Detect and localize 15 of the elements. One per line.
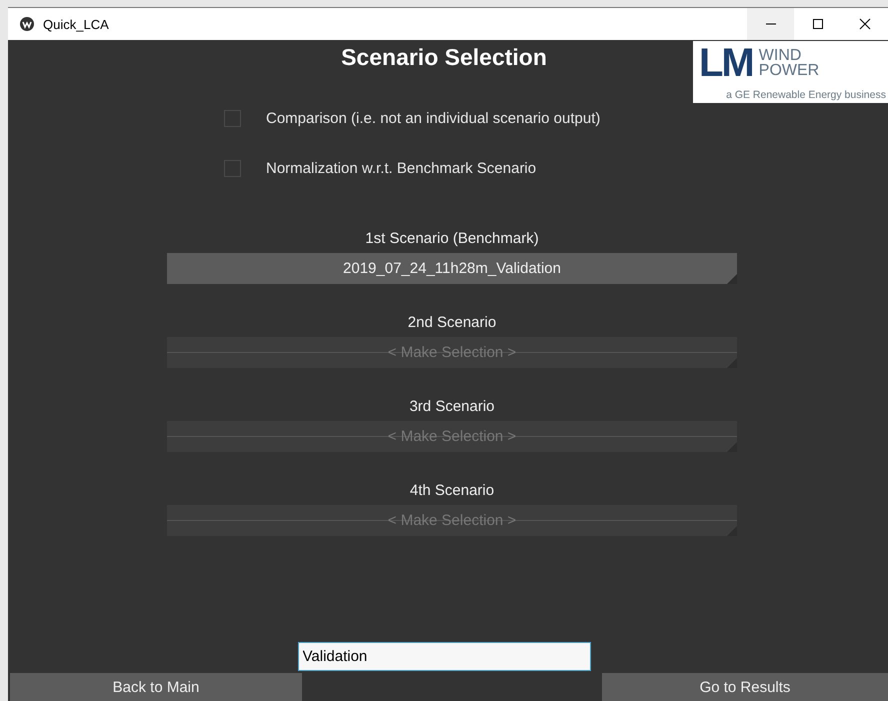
scenario-label: 1st Scenario (Benchmark) xyxy=(365,230,539,247)
close-icon xyxy=(858,18,870,30)
results-button[interactable]: Go to Results xyxy=(602,673,888,701)
name-input-field[interactable]: Validation xyxy=(298,642,590,671)
maximize-icon xyxy=(812,18,824,30)
app-icon xyxy=(19,16,35,32)
window-title: Quick_LCA xyxy=(43,16,109,32)
checkbox-label: Normalization w.r.t. Benchmark Scenario xyxy=(266,160,536,176)
scenario-label: 3rd Scenario xyxy=(409,398,495,415)
checkbox-label: Comparison (i.e. not an individual scenario output) xyxy=(266,110,600,126)
scenario-label: 2nd Scenario xyxy=(408,314,496,331)
scenario-dropdown[interactable]: 2019_07_24_11h28m_Validation xyxy=(167,253,737,284)
page-heading: Scenario Selection xyxy=(341,43,547,72)
scenario-label: 4th Scenario xyxy=(410,482,494,499)
back-button[interactable]: Back to Main xyxy=(10,673,302,701)
